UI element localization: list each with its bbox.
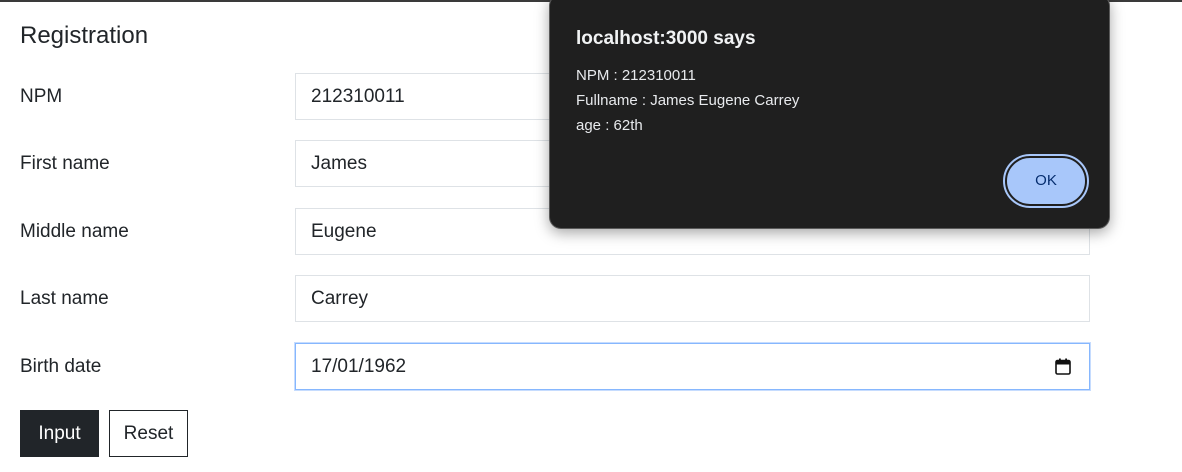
dialog-fullname-line: Fullname : James Eugene Carrey bbox=[576, 92, 800, 109]
birth-date-input[interactable]: 17/01/1962 bbox=[295, 343, 1090, 390]
npm-label: NPM bbox=[20, 86, 63, 107]
birth-date-label: Birth date bbox=[20, 356, 102, 377]
birth-date-value: 17/01/1962 bbox=[311, 356, 407, 377]
input-button[interactable]: Input bbox=[20, 410, 99, 457]
first-name-label: First name bbox=[20, 153, 110, 174]
alert-dialog: localhost:3000 says NPM : 212310011 Full… bbox=[549, 0, 1110, 229]
last-name-input[interactable]: Carrey bbox=[295, 275, 1090, 322]
middle-name-label: Middle name bbox=[20, 221, 129, 242]
last-name-row: Last name Carrey bbox=[20, 275, 1090, 323]
last-name-label: Last name bbox=[20, 288, 109, 309]
calendar-icon[interactable] bbox=[1055, 358, 1071, 375]
ok-button[interactable]: OK bbox=[1003, 154, 1089, 208]
dialog-title: localhost:3000 says bbox=[576, 28, 756, 49]
birth-date-row: Birth date 17/01/1962 bbox=[20, 343, 1090, 391]
dialog-age-line: age : 62th bbox=[576, 117, 643, 134]
page-title: Registration bbox=[20, 22, 149, 49]
reset-button[interactable]: Reset bbox=[109, 410, 188, 457]
dialog-npm-line: NPM : 212310011 bbox=[576, 67, 696, 84]
